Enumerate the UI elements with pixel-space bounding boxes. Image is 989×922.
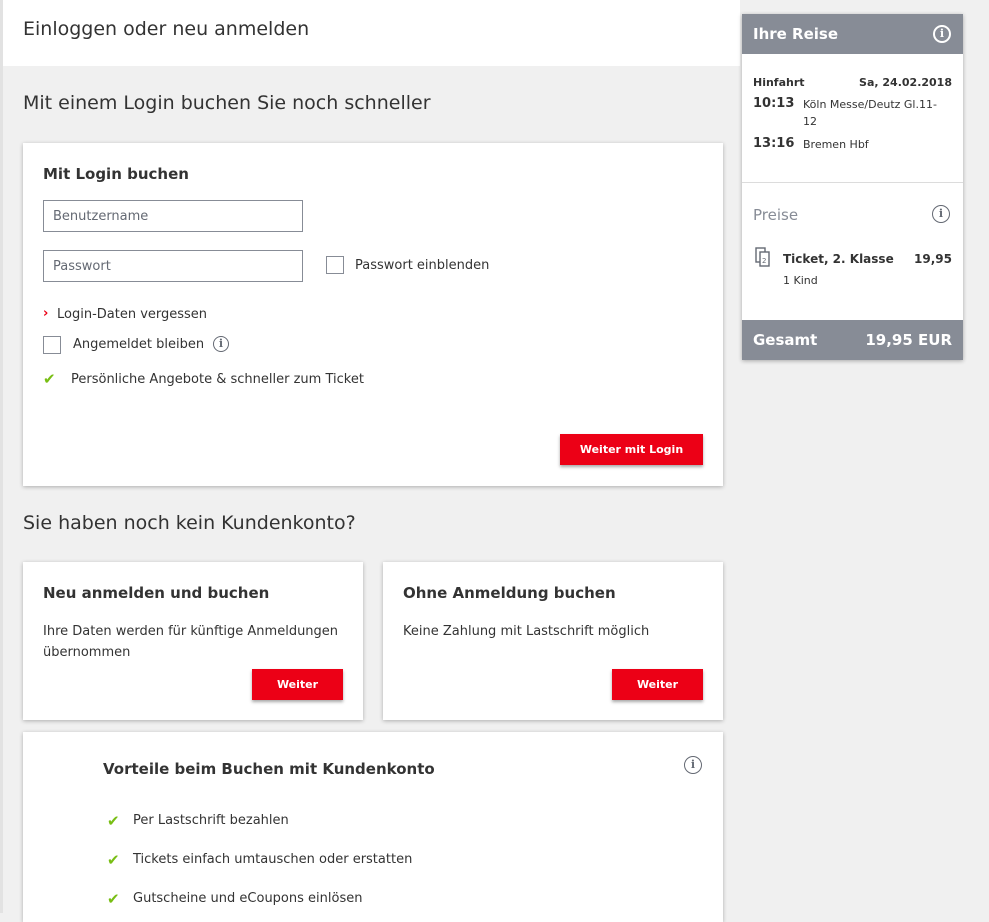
arrival-station: Bremen Hbf	[803, 138, 869, 151]
info-icon[interactable]: i	[932, 205, 950, 223]
register-card-title: Neu anmelden und buchen	[43, 584, 270, 602]
checkmark-icon: ✔	[43, 370, 56, 388]
chevron-right-icon: ›	[43, 306, 49, 321]
login-card-title: Mit Login buchen	[43, 165, 189, 183]
sidebar-total-bar: Gesamt 19,95 EUR	[742, 320, 963, 360]
checkmark-icon: ✔	[107, 851, 120, 869]
stay-logged-in-label[interactable]: Angemeldet bleiben	[73, 337, 204, 352]
trip-summary-sidebar: Ihre Reise i Hinfahrt Sa, 24.02.2018 10:…	[742, 14, 963, 360]
username-input[interactable]	[43, 200, 303, 232]
arrival-time: 13:16	[753, 136, 795, 151]
info-icon[interactable]: i	[684, 756, 702, 774]
register-card: Neu anmelden und buchen Ihre Daten werde…	[23, 562, 363, 720]
benefits-card-title: Vorteile beim Buchen mit Kundenkonto	[103, 760, 435, 778]
checkmark-icon: ✔	[107, 890, 120, 908]
ticket-icon: 2	[755, 247, 770, 267]
sidebar-header: Ihre Reise i	[742, 14, 963, 54]
departure-time: 10:13	[753, 96, 795, 111]
page-header: Einloggen oder neu anmelden	[3, 0, 740, 66]
sidebar-divider	[742, 182, 963, 183]
ticket-label: Ticket, 2. Klasse	[783, 252, 894, 266]
forgot-login-link[interactable]: Login-Daten vergessen	[57, 307, 207, 322]
ticket-price: 19,95	[914, 252, 952, 266]
benefit-item: Per Lastschrift bezahlen	[133, 813, 289, 828]
register-continue-button[interactable]: Weiter	[252, 669, 343, 700]
login-benefit-text: Persönliche Angebote & schneller zum Tic…	[71, 372, 364, 387]
benefit-item: Gutscheine und eCoupons einlösen	[133, 891, 363, 906]
svg-text:2: 2	[762, 257, 766, 265]
login-submit-button[interactable]: Weiter mit Login	[560, 434, 703, 465]
stay-logged-in-checkbox[interactable]	[43, 336, 61, 354]
checkmark-icon: ✔	[107, 812, 120, 830]
direction-label: Hinfahrt	[753, 76, 805, 89]
guest-card-text: Keine Zahlung mit Lastschrift möglich	[403, 624, 650, 639]
travel-date: Sa, 24.02.2018	[859, 76, 952, 89]
departure-station-cont: 12	[803, 115, 817, 128]
page-title: Einloggen oder neu anmelden	[23, 18, 310, 40]
password-input[interactable]	[43, 250, 303, 282]
main-content: Einloggen oder neu anmelden Mit einem Lo…	[3, 0, 740, 922]
departure-station: Köln Messe/Deutz Gl.11-	[803, 98, 937, 111]
show-password-checkbox[interactable]	[326, 256, 344, 274]
guest-card: Ohne Anmeldung buchen Keine Zahlung mit …	[383, 562, 723, 720]
info-icon[interactable]: i	[213, 336, 229, 352]
info-icon[interactable]: i	[933, 25, 951, 43]
register-card-text: Ihre Daten werden für künftige Anmeldung…	[43, 624, 339, 660]
passenger-info: 1 Kind	[783, 274, 818, 287]
benefits-card: Vorteile beim Buchen mit Kundenkonto i ✔…	[23, 732, 723, 922]
no-account-section-title: Sie haben noch kein Kundenkonto?	[23, 512, 356, 534]
guest-card-title: Ohne Anmeldung buchen	[403, 584, 616, 602]
total-label: Gesamt	[753, 331, 818, 349]
prices-title: Preise	[753, 206, 799, 224]
show-password-label[interactable]: Passwort einblenden	[355, 258, 489, 273]
benefit-item: Tickets einfach umtauschen oder erstatte…	[133, 852, 413, 867]
sidebar-title: Ihre Reise	[753, 25, 839, 43]
login-section-title: Mit einem Login buchen Sie noch schnelle…	[23, 92, 431, 114]
total-value: 19,95 EUR	[865, 331, 952, 349]
login-card: Mit Login buchen Passwort einblenden › L…	[23, 143, 723, 486]
guest-continue-button[interactable]: Weiter	[612, 669, 703, 700]
